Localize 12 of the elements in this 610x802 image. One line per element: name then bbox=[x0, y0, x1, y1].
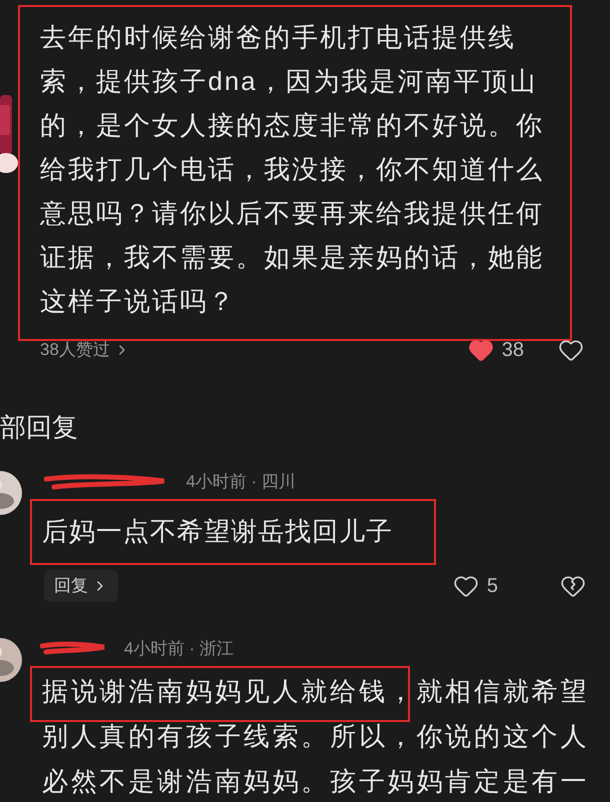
likes-summary[interactable]: 38人赞过 bbox=[40, 337, 130, 363]
reply-text: 后妈一点不希望谢岳找回儿子 bbox=[42, 515, 393, 548]
reply-text: 据说谢浩南妈妈见人就给钱，就相信就希望别人真的有孩子线索。所以，你说的这个人必然不是谢浩南妈妈。孩子妈妈肯定是有一 bbox=[41, 675, 590, 798]
comment-meta: 4小时前 · 浙江 bbox=[124, 638, 234, 660]
comment-meta: 4小时前 · 四川 bbox=[186, 471, 296, 493]
comment-text: 去年的时候给谢爸的手机打电话提供线索，提供孩子dna，因为我是河南平顶山的，是个女人接的态度非常的不好说。你给我打几个电话，我没接，你不知道什么意思吗？请你以后不要再来给我提供任何证据，我不需要。如果是亲妈的话，她能这样子说话吗？ bbox=[39, 21, 545, 318]
redaction-scribble bbox=[40, 640, 106, 656]
heart-icon[interactable] bbox=[468, 337, 494, 363]
section-title: 部回复 bbox=[0, 411, 79, 443]
reply-button[interactable]: 回复 bbox=[44, 570, 118, 602]
like-count: 5 bbox=[486, 574, 498, 598]
like-count: 38 bbox=[502, 338, 524, 363]
